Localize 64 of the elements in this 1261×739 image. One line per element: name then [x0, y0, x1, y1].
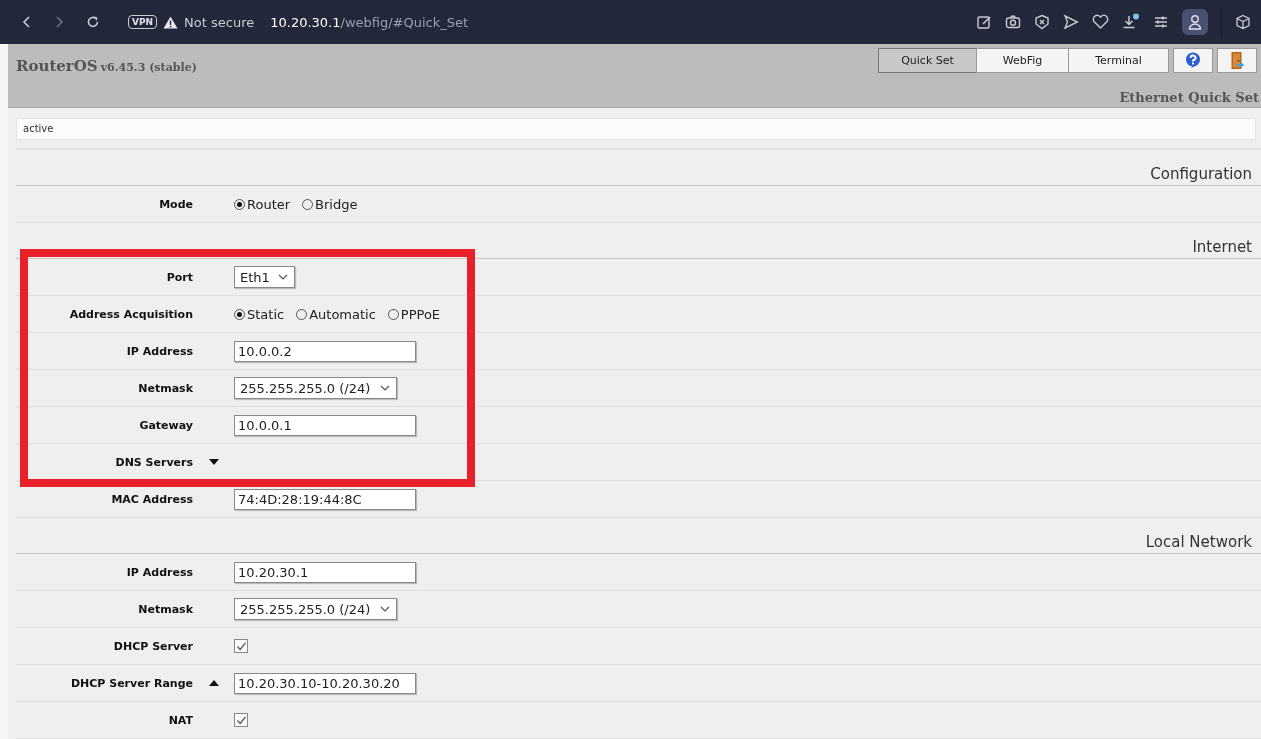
reload-icon[interactable] — [86, 15, 100, 29]
version-label: v6.45.3 (stable) — [100, 61, 197, 74]
field-label: Port — [166, 270, 193, 284]
field-label: NAT — [168, 713, 193, 727]
section-title: Configuration — [1150, 165, 1252, 183]
checkbox[interactable] — [234, 713, 248, 727]
address-bar[interactable]: 10.20.30.1/webfig/#Quick_Set — [270, 14, 469, 30]
person-icon[interactable] — [1188, 14, 1202, 30]
mode-tab[interactable]: WebFig — [976, 48, 1069, 73]
radio-option[interactable]: Bridge — [302, 196, 358, 212]
sliders-icon[interactable] — [1153, 14, 1169, 30]
field-label: IP Address — [126, 344, 193, 358]
dropdown[interactable]: 255.255.255.0 (/24) — [234, 598, 397, 620]
radio-option[interactable]: Router — [234, 196, 291, 212]
send-icon[interactable] — [1063, 14, 1079, 30]
field-label: Netmask — [138, 381, 193, 395]
field-label: MAC Address — [111, 492, 193, 506]
mode-tab[interactable]: Quick Set — [878, 48, 977, 73]
mode-tab[interactable]: Terminal — [1068, 48, 1169, 73]
product-name: RouterOS — [16, 57, 98, 75]
vpn-badge[interactable]: VPN — [128, 15, 158, 29]
field-label: DHCP Server — [113, 639, 193, 653]
input-field[interactable]: 10.0.0.1 — [234, 414, 416, 436]
field-label: DHCP Server Range — [70, 676, 193, 690]
chevron-down-icon[interactable] — [278, 274, 288, 280]
status-field: active — [16, 118, 1256, 140]
field-label: Netmask — [138, 602, 193, 616]
section-title: Local Network — [1145, 533, 1252, 551]
field-label: Mode — [159, 197, 193, 211]
page-title: Ethernet Quick Set — [1118, 90, 1259, 105]
expand-triangle-icon[interactable] — [208, 459, 219, 465]
back-icon[interactable] — [22, 15, 32, 29]
radio-option[interactable]: Static — [234, 306, 285, 322]
help-icon[interactable] — [1185, 52, 1201, 69]
forward-icon[interactable] — [54, 15, 64, 29]
edit-icon[interactable] — [976, 14, 992, 30]
chevron-down-icon[interactable] — [380, 385, 390, 391]
input-field[interactable]: 10.20.30.10-10.20.30.20 — [234, 672, 416, 694]
radio-option[interactable]: Automatic — [296, 306, 376, 322]
field-label: IP Address — [126, 565, 193, 579]
field-label: Gateway — [139, 418, 193, 432]
input-field[interactable]: 74:4D:28:19:44:8C — [234, 488, 416, 510]
field-label: DNS Servers — [115, 455, 193, 469]
collapse-triangle-icon[interactable] — [208, 680, 219, 686]
dropdown[interactable]: 255.255.255.0 (/24) — [234, 377, 397, 399]
chevron-down-icon[interactable] — [380, 606, 390, 612]
warning-icon — [163, 15, 179, 29]
radio-option[interactable]: PPPoE — [387, 306, 441, 322]
door-icon[interactable] — [1230, 51, 1244, 70]
camera-icon[interactable] — [1005, 14, 1021, 30]
section-title: Internet — [1192, 238, 1252, 256]
security-status[interactable]: Not secure — [184, 14, 255, 30]
checkbox[interactable] — [234, 639, 248, 653]
heart-icon[interactable] — [1092, 14, 1109, 30]
field-label: Address Acquisition — [69, 307, 193, 321]
input-field[interactable]: 10.0.0.2 — [234, 340, 416, 362]
profile-button[interactable] — [1182, 9, 1208, 35]
shield-icon[interactable] — [1034, 14, 1050, 30]
download-icon[interactable] — [1122, 13, 1140, 31]
help-button[interactable] — [1173, 48, 1213, 73]
logout-button[interactable] — [1217, 48, 1257, 73]
cube-icon[interactable] — [1235, 14, 1251, 30]
input-field[interactable]: 10.20.30.1 — [234, 561, 416, 583]
dropdown[interactable]: Eth1 — [234, 266, 295, 288]
